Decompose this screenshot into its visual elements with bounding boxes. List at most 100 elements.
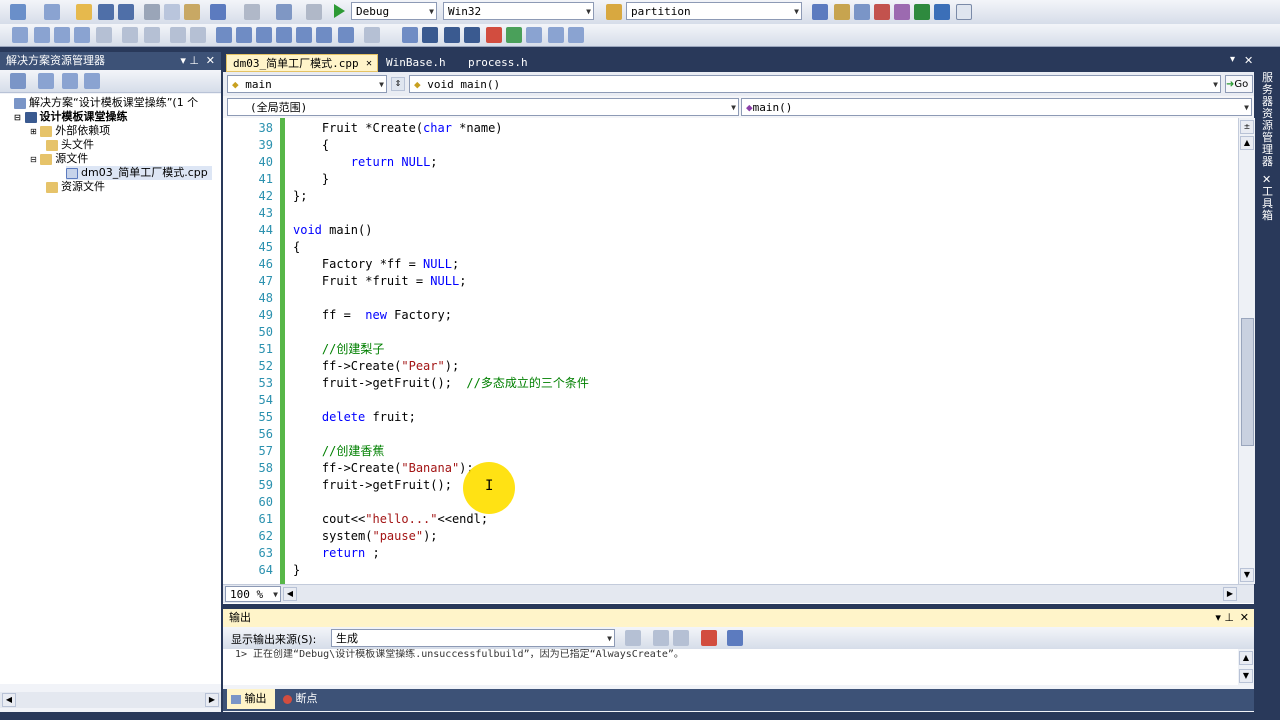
sidebar-item-toolbox[interactable]: ✕ 工具箱 bbox=[1262, 174, 1276, 222]
panel-pin-icon[interactable]: ▾ ⊥ bbox=[180, 52, 199, 70]
output-source-select[interactable]: 生成 ▼ bbox=[331, 629, 615, 647]
tab-dropdown-icon[interactable]: ▾ bbox=[1230, 54, 1235, 65]
start-debugging-icon[interactable] bbox=[334, 4, 345, 18]
registers-icon[interactable] bbox=[568, 27, 584, 43]
prev-message-icon[interactable] bbox=[653, 630, 669, 646]
find-combo[interactable]: partition ▼ bbox=[626, 2, 802, 20]
indent-icon[interactable] bbox=[122, 27, 138, 43]
toolbox-icon[interactable] bbox=[894, 4, 910, 20]
close-icon[interactable]: ✕ bbox=[206, 52, 215, 70]
redo-icon[interactable] bbox=[244, 4, 260, 20]
parameter-info-icon[interactable] bbox=[34, 27, 50, 43]
open-folder-icon[interactable] bbox=[76, 4, 92, 20]
new-project-icon[interactable] bbox=[10, 4, 26, 20]
navigate-back-icon[interactable] bbox=[276, 4, 292, 20]
scope-left-select[interactable]: (全局范围) ▼ bbox=[227, 98, 739, 116]
tree-solution[interactable]: 解决方案“设计模板课堂操练”(1 个 bbox=[14, 96, 198, 110]
output-text-area[interactable]: 1> 正在创建“Debug\设计模板课堂操练.unsuccessfulbuild… bbox=[223, 649, 1238, 685]
close-icon[interactable]: ✕ bbox=[1240, 609, 1249, 627]
bookmark-previous-in-doc-icon[interactable] bbox=[296, 27, 312, 43]
find-icon[interactable] bbox=[812, 4, 828, 20]
panel-pin-icon[interactable]: ▾ ⊥ bbox=[1215, 609, 1234, 627]
clear-bookmarks-icon[interactable] bbox=[338, 27, 354, 43]
scroll-right-icon[interactable]: ▶ bbox=[205, 693, 219, 707]
tab-breakpoints[interactable]: 断点 bbox=[279, 689, 331, 709]
tab-output[interactable]: 输出 bbox=[227, 689, 275, 709]
go-button[interactable]: ➜Go bbox=[1225, 75, 1253, 93]
tab-process-h[interactable]: process.h bbox=[462, 54, 542, 72]
bookmark-prev-folder-icon[interactable] bbox=[256, 27, 272, 43]
comment-out-icon[interactable] bbox=[144, 27, 160, 43]
step-out-icon[interactable] bbox=[464, 27, 480, 43]
split-icon[interactable]: ± bbox=[1240, 120, 1254, 134]
editor-vscrollbar[interactable]: ± ▲ ▼ bbox=[1238, 118, 1255, 584]
breakpoint-toggle-icon[interactable] bbox=[486, 27, 502, 43]
close-tab-icon[interactable]: ✕ bbox=[366, 55, 372, 73]
find-message-icon[interactable] bbox=[625, 630, 641, 646]
navigate-forward-icon[interactable] bbox=[306, 4, 322, 20]
scroll-down-icon[interactable]: ▼ bbox=[1239, 669, 1253, 683]
debug-window-icon[interactable] bbox=[364, 27, 380, 43]
bookmark-previous-icon[interactable] bbox=[216, 27, 232, 43]
tree-external-deps[interactable]: ⊞ 外部依赖项 bbox=[30, 124, 110, 138]
scroll-up-icon[interactable]: ▲ bbox=[1239, 651, 1253, 665]
word-completion-icon[interactable] bbox=[54, 27, 70, 43]
output-window-icon[interactable] bbox=[956, 4, 972, 20]
collapse-icon[interactable]: ⊟ bbox=[30, 155, 37, 164]
sidebar-item-server-explorer[interactable]: 服务器资源管理器 bbox=[1262, 72, 1276, 168]
scroll-down-icon[interactable]: ▼ bbox=[1240, 568, 1254, 582]
display-quick-info-icon[interactable] bbox=[12, 27, 28, 43]
tree-resource-files[interactable]: 资源文件 bbox=[46, 180, 105, 194]
expand-icon[interactable]: ⊞ bbox=[30, 127, 37, 136]
solution-configuration-select[interactable]: Debug ▼ bbox=[351, 2, 437, 20]
uncomment-icon[interactable] bbox=[170, 27, 186, 43]
show-threads-icon[interactable] bbox=[526, 27, 542, 43]
synchronize-icon[interactable]: ⇕ bbox=[391, 77, 405, 91]
find-in-files-icon[interactable] bbox=[606, 4, 622, 20]
collapse-icon[interactable]: ⊟ bbox=[14, 113, 21, 122]
step-into-icon[interactable] bbox=[422, 27, 438, 43]
paste-icon[interactable] bbox=[184, 4, 200, 20]
scroll-left-icon[interactable]: ◀ bbox=[2, 693, 16, 707]
add-item-icon[interactable] bbox=[44, 4, 60, 20]
bookmark-next-in-doc-icon[interactable] bbox=[316, 27, 332, 43]
object-browser-icon[interactable] bbox=[874, 4, 890, 20]
tree-cpp-file[interactable]: dm03_简单工厂模式.cpp bbox=[66, 166, 212, 180]
outdent-icon[interactable] bbox=[96, 27, 112, 43]
save-all-icon[interactable] bbox=[118, 4, 134, 20]
show-all-files-icon[interactable] bbox=[38, 73, 54, 89]
bookmark-next-folder-icon[interactable] bbox=[276, 27, 292, 43]
next-message-icon[interactable] bbox=[673, 630, 689, 646]
nav-left-select[interactable]: ◆ main ▼ bbox=[227, 75, 387, 93]
class-view-icon[interactable] bbox=[84, 73, 100, 89]
word-wrap-icon[interactable] bbox=[727, 630, 743, 646]
toggle-bookmark-icon[interactable] bbox=[190, 27, 206, 43]
extension-manager-icon[interactable] bbox=[934, 4, 950, 20]
hex-display-icon[interactable] bbox=[506, 27, 522, 43]
start-page-icon[interactable] bbox=[914, 4, 930, 20]
nav-right-select[interactable]: ◆ void main() ▼ bbox=[409, 75, 1221, 93]
copy-icon[interactable] bbox=[164, 4, 180, 20]
scroll-right-icon[interactable]: ▶ bbox=[1223, 587, 1237, 601]
scroll-up-icon[interactable]: ▲ bbox=[1240, 136, 1254, 150]
solution-hscrollbar[interactable]: ◀ ▶ bbox=[0, 692, 221, 708]
solution-explorer-icon[interactable] bbox=[834, 4, 850, 20]
properties-icon[interactable] bbox=[854, 4, 870, 20]
undo-icon[interactable] bbox=[210, 4, 226, 20]
step-over-icon[interactable] bbox=[444, 27, 460, 43]
clear-all-icon[interactable] bbox=[701, 630, 717, 646]
tree-source-files[interactable]: ⊟ 源文件 bbox=[30, 152, 88, 166]
tab-winbase-h[interactable]: WinBase.h bbox=[380, 54, 450, 72]
zoom-select[interactable]: 100 % ▼ bbox=[225, 586, 281, 602]
tree-header-files[interactable]: 头文件 bbox=[46, 138, 94, 152]
solution-platform-select[interactable]: Win32 ▼ bbox=[443, 2, 594, 20]
save-icon[interactable] bbox=[98, 4, 114, 20]
code-area[interactable]: 38 Fruit *Create(char *name) 39 {40 retur… bbox=[223, 118, 1238, 584]
scroll-left-icon[interactable]: ◀ bbox=[283, 587, 297, 601]
complete-word-icon[interactable] bbox=[74, 27, 90, 43]
memory-icon[interactable] bbox=[548, 27, 564, 43]
tab-dm03-cpp[interactable]: dm03_简单工厂模式.cpp ✕ bbox=[226, 54, 378, 72]
scroll-thumb[interactable] bbox=[1241, 318, 1254, 446]
output-vscrollbar[interactable]: ▲ ▼ bbox=[1238, 649, 1254, 685]
bookmark-next-icon[interactable] bbox=[236, 27, 252, 43]
